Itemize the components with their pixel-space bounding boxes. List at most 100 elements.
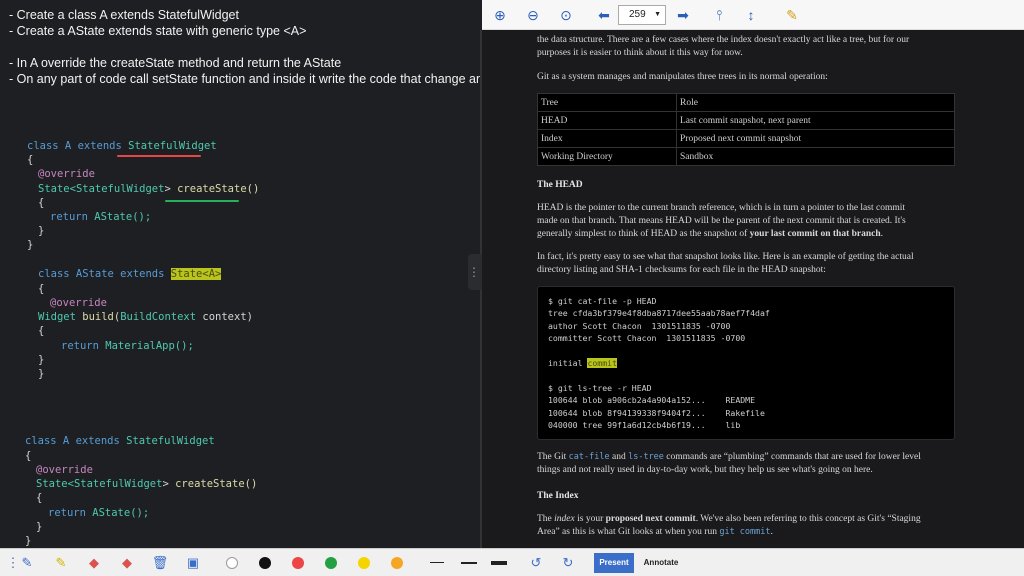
table-cell: Sandbox (676, 147, 955, 166)
color-black[interactable] (259, 557, 271, 569)
stroke-eraser-icon[interactable]: ◆ (116, 553, 138, 573)
annotation-toolbar: ⋮ ✎ ✎ ◆ ◆ 🗑 ▣ ↺ ↻ Present Annotate (0, 548, 1024, 576)
delete-icon[interactable]: 🗑 (149, 553, 171, 573)
note-line-3: - In A override the createState method a… (9, 56, 342, 70)
color-orange[interactable] (391, 557, 403, 569)
text-span: commands are “plumbing” commands that ar… (663, 452, 921, 462)
table-cell: Proposed next commit snapshot (676, 129, 955, 148)
code-text: @override (38, 168, 95, 180)
code-text: > (164, 183, 178, 195)
code-text: return (50, 211, 95, 223)
code-line: committer Scott Chacon 1301511835 -0700 (548, 333, 746, 344)
code-text: > (162, 478, 176, 490)
code-text: } (38, 368, 45, 380)
annotate-button[interactable]: Annotate (638, 553, 684, 573)
code-text: } (38, 354, 45, 366)
inline-code: git commit (719, 527, 771, 537)
clear-annotations-icon[interactable]: ✎ (782, 5, 802, 25)
red-underline-annotation (117, 155, 201, 157)
table-cell: Working Directory (537, 147, 677, 166)
table-cell: Last commit snapshot, next parent (676, 111, 955, 130)
trees-table: Tree Role HEAD Last commit snapshot, nex… (537, 93, 955, 166)
code-line: tree cfda3bf379e4f8dba8717dee55aab78aef7… (548, 308, 770, 319)
text-span: generally simplest to think of HEAD as t… (537, 229, 750, 239)
code-line: initial commit (548, 357, 944, 369)
bold-text: your last commit on that branch (749, 229, 881, 239)
pdf-toolbar: ⊕ ⊖ ⊙ ⬅ 259 ▼ ➡ ⫯ ↕ ✎ (482, 0, 1024, 30)
code-text: createState() (177, 183, 260, 195)
code-text: initial (548, 358, 588, 369)
code-text: AState(); (94, 211, 152, 223)
code-line: ​ (548, 369, 944, 381)
code-text: class A extends (27, 140, 129, 152)
chevron-down-icon: ▼ (654, 11, 661, 18)
table-header-cell: Tree (537, 93, 677, 112)
next-page-icon[interactable]: ➡ (673, 5, 693, 25)
paragraph-text: the data structure. There are a few case… (537, 35, 910, 45)
code-text: { (36, 492, 43, 504)
thin-stroke-icon[interactable] (430, 562, 444, 563)
inline-code: ls-tree (628, 452, 664, 462)
code-line: 100644 blob a906cb2a4a904a152... README (548, 395, 756, 406)
code-line: ​ (548, 345, 944, 357)
paragraph-text: made on that branch. That means HEAD wil… (537, 216, 906, 226)
pin-icon[interactable]: ⫯ (709, 5, 729, 25)
color-yellow[interactable] (358, 557, 370, 569)
italic-text: index (554, 514, 575, 524)
eraser-icon[interactable]: ◆ (83, 553, 105, 573)
text-span: Area” as this is what Git looks at when … (537, 527, 720, 537)
code-line: 040000 tree 99f1a6d12cb4b6f19... lib (548, 420, 741, 431)
paragraph-text: Git as a system manages and manipulates … (537, 72, 828, 82)
code-text: State< (38, 183, 76, 195)
code-line: $ git ls-tree -r HEAD (548, 382, 652, 393)
code-text: } (27, 239, 34, 251)
code-text: StatefulWidget (73, 478, 163, 490)
zoom-in-icon[interactable]: ⊕ (490, 5, 510, 25)
zoom-out-icon[interactable]: ⊖ (523, 5, 543, 25)
page-number-select[interactable]: 259 ▼ (618, 5, 666, 25)
code-text: StatefulWidget (75, 183, 165, 195)
redo-icon[interactable]: ↻ (557, 553, 579, 573)
note-line-2: - Create a AState extends state with gen… (9, 24, 307, 38)
paragraph-text: things and not really used in day-to-day… (537, 465, 873, 475)
code-text: } (38, 225, 45, 237)
medium-stroke-icon[interactable] (461, 562, 477, 564)
text-span: . (770, 527, 773, 537)
pen-icon[interactable]: ✎ (16, 553, 38, 573)
code-text: { (25, 450, 32, 462)
code-text: State< (36, 478, 74, 490)
text-span: is your (574, 514, 606, 524)
highlighted-code: State<A> (170, 268, 222, 280)
code-text: { (27, 154, 34, 166)
table-row: Index Proposed next commit snapshot (537, 129, 955, 148)
undo-icon[interactable]: ↺ (525, 553, 547, 573)
text-span: . We've also been referring to this conc… (695, 514, 921, 524)
note-line-1: - Create a class A extends StatefulWidge… (9, 8, 239, 22)
page-number: 259 (629, 9, 646, 20)
paragraph-text: In fact, it's pretty easy to see what th… (537, 252, 914, 262)
code-text: { (38, 197, 45, 209)
color-red[interactable] (292, 557, 304, 569)
code-text: BuildContext (120, 311, 197, 323)
paragraph-text: HEAD is the pointer to the current branc… (537, 203, 906, 213)
code-listing: $ git cat-file -p HEAD tree cfda3bf379e4f… (537, 286, 955, 440)
table-header-cell: Role (676, 93, 955, 112)
code-text: context) (196, 311, 253, 323)
paragraph-text: The index is your proposed next commit. … (537, 513, 955, 526)
code-text: createState() (175, 478, 258, 490)
previous-page-icon[interactable]: ⬅ (594, 5, 614, 25)
code-text: AState(); (92, 507, 150, 519)
zoom-fit-icon[interactable]: ⊙ (556, 5, 576, 25)
color-white[interactable] (226, 557, 238, 569)
resize-vertical-icon[interactable]: ↕ (741, 5, 761, 25)
code-text: build( (82, 311, 121, 323)
screenshot-icon[interactable]: ▣ (182, 553, 204, 573)
thick-stroke-icon[interactable] (491, 561, 507, 565)
color-green[interactable] (325, 557, 337, 569)
present-button[interactable]: Present (594, 553, 634, 573)
note-line-4: - On any part of code call setState func… (9, 72, 480, 86)
code-text: class A extends (25, 435, 127, 447)
code-line: $ git cat-file -p HEAD (548, 296, 657, 306)
green-underline-annotation (165, 200, 239, 202)
highlighter-icon[interactable]: ✎ (50, 553, 72, 573)
